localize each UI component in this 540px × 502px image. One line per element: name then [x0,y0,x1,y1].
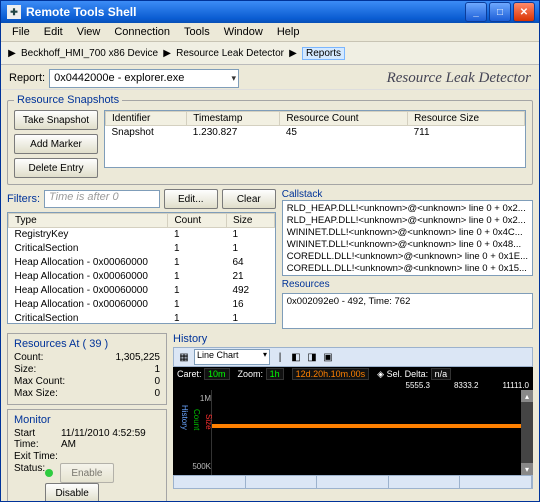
type-row[interactable]: Heap Allocation - 0x00060000116 [9,298,275,312]
triangle-icon: ▶ [160,48,174,59]
side-label-size: Size [204,414,213,430]
time-value: 12d.20h.10m.00s [292,368,370,380]
triangle-icon: ▶ [286,48,300,59]
report-bar: Report: 0x0442000e - explorer.exe Resour… [1,65,539,90]
tool3-icon[interactable]: ▣ [322,351,334,363]
menubar: File Edit View Connection Tools Window H… [1,23,539,42]
resources-legend: Resources [282,279,533,290]
chart-orange-caret-line[interactable] [212,424,533,428]
type-row[interactable]: Heap Allocation - 0x000600001492 [9,284,275,298]
snapshots-table[interactable]: Identifier Timestamp Resource Count Reso… [104,110,526,168]
chart-x-ticks: 5555.3 8333.2 11111.0 [173,381,533,390]
snapshot-row[interactable]: Snapshot 1.230.827 45 711 [106,126,525,140]
edit-filter-button[interactable]: Edit... [164,189,218,209]
chart-plot[interactable]: History Count Size ▴ ▾ [212,390,533,475]
menu-window[interactable]: Window [217,25,270,39]
type-row[interactable]: Heap Allocation - 0x00060000121 [9,270,275,284]
report-combo[interactable]: 0x0442000e - explorer.exe [49,69,239,88]
chart-vscroll[interactable]: ▴ ▾ [521,390,533,475]
scroll-up-icon[interactable]: ▴ [521,390,533,402]
type-row[interactable]: CriticalSection11 [9,242,275,256]
status-green-dot-icon [45,469,53,477]
app-icon: ✚ [7,5,21,19]
snapshots-group: Resource Snapshots Take Snapshot Add Mar… [7,94,533,185]
menu-view[interactable]: View [70,25,108,39]
tool2-icon[interactable]: ◨ [306,351,318,363]
crumb-reports[interactable]: Reports [302,47,345,60]
detector-title: Resource Leak Detector [387,70,531,87]
sel-delta-value: n/a [431,368,452,380]
caret-value: 10m [204,368,230,380]
callstack-legend: Callstack [282,189,533,200]
zoom-btn[interactable]: 1h [266,368,284,380]
chart-body[interactable]: 1M 500K History Count Size ▴ [173,390,533,475]
delete-entry-button[interactable]: Delete Entry [14,158,98,178]
chart-status-bar [173,475,533,489]
side-label-count: Count [192,409,201,430]
menu-tools[interactable]: Tools [177,25,217,39]
crumb-detector[interactable]: Resource Leak Detector [176,48,284,59]
maximize-button[interactable]: □ [489,2,511,22]
menu-file[interactable]: File [5,25,37,39]
callstack-line[interactable]: COREDLL.DLL!<unknown>@<unknown> line 0 +… [287,251,528,263]
callstack-line[interactable]: WININET.DLL!<unknown>@<unknown> line 0 +… [287,239,528,251]
type-header: Type Count Size [9,214,275,228]
menu-connection[interactable]: Connection [107,25,177,39]
take-snapshot-button[interactable]: Take Snapshot [14,110,98,130]
chart-type-combo[interactable]: Line Chart [194,349,270,365]
callstack-line[interactable]: COREDLL.DLL!<unknown>@<unknown> line 0 +… [287,263,528,275]
side-label-history: History [180,405,189,430]
type-row[interactable]: CriticalSection11 [9,312,275,325]
enable-button: Enable [60,463,114,483]
triangle-icon: ▶ [5,48,19,59]
report-label: Report: [9,72,45,84]
history-panel: History ▦ Line Chart | ◧ ◨ ▣ Caret: 10m … [173,333,533,501]
resources-at-box: Resources At ( 39 ) Count:1,305,225 Size… [7,333,167,405]
scroll-down-icon[interactable]: ▾ [521,463,533,475]
add-marker-button[interactable]: Add Marker [14,134,98,154]
breadcrumb-bar: ▶ Beckhoff_HMI_700 x86 Device ▶ Resource… [1,42,539,65]
chart-icon[interactable]: ▦ [178,351,190,363]
snapshots-legend: Resource Snapshots [14,94,122,106]
history-title: History [173,333,533,345]
filter-input[interactable]: Time is after 0 [44,190,160,208]
window-title: Remote Tools Shell [26,5,463,19]
type-row[interactable]: Heap Allocation - 0x00060000164 [9,256,275,270]
disable-button[interactable]: Disable [45,483,99,501]
resources-at-title: Resources At ( 39 ) [14,338,160,350]
resources-list[interactable]: 0x002092e0 - 492, Time: 762 [282,293,533,329]
monitor-title: Monitor [14,414,160,426]
filters-legend: Filters: [7,193,40,205]
type-row[interactable]: RegistryKey11 [9,228,275,242]
menu-help[interactable]: Help [270,25,307,39]
resource-line[interactable]: 0x002092e0 - 492, Time: 762 [287,296,528,308]
callstack-line[interactable]: RLD_HEAP.DLL!<unknown>@<unknown> line 0 … [287,215,528,227]
chart-header: Caret: 10m Zoom: 1h 12d.20h.10m.00s ◈ Se… [173,367,533,381]
callstack-line[interactable]: RLD_HEAP.DLL!<unknown>@<unknown> line 0 … [287,203,528,215]
monitor-box: Monitor Start Time:11/11/2010 4:52:59 AM… [7,409,167,501]
chart-control-bar: ▦ Line Chart | ◧ ◨ ▣ [173,347,533,367]
body: Resource Snapshots Take Snapshot Add Mar… [1,90,539,501]
callstack-line[interactable]: WININET.DLL!<unknown>@<unknown> line 0 +… [287,227,528,239]
close-button[interactable]: ✕ [513,2,535,22]
callstack-list[interactable]: RLD_HEAP.DLL!<unknown>@<unknown> line 0 … [282,200,533,276]
menu-edit[interactable]: Edit [37,25,70,39]
clear-filter-button[interactable]: Clear [222,189,276,209]
snapshots-header: Identifier Timestamp Resource Count Reso… [106,112,525,126]
titlebar[interactable]: ✚ Remote Tools Shell _ □ ✕ [1,1,539,23]
crumb-device[interactable]: Beckhoff_HMI_700 x86 Device [21,48,158,59]
minimize-button[interactable]: _ [465,2,487,22]
separator-icon: | [274,351,286,363]
remote-tools-window: ✚ Remote Tools Shell _ □ ✕ File Edit Vie… [0,0,540,502]
tool1-icon[interactable]: ◧ [290,351,302,363]
type-table[interactable]: Type Count Size RegistryKey11CriticalSec… [7,212,276,324]
